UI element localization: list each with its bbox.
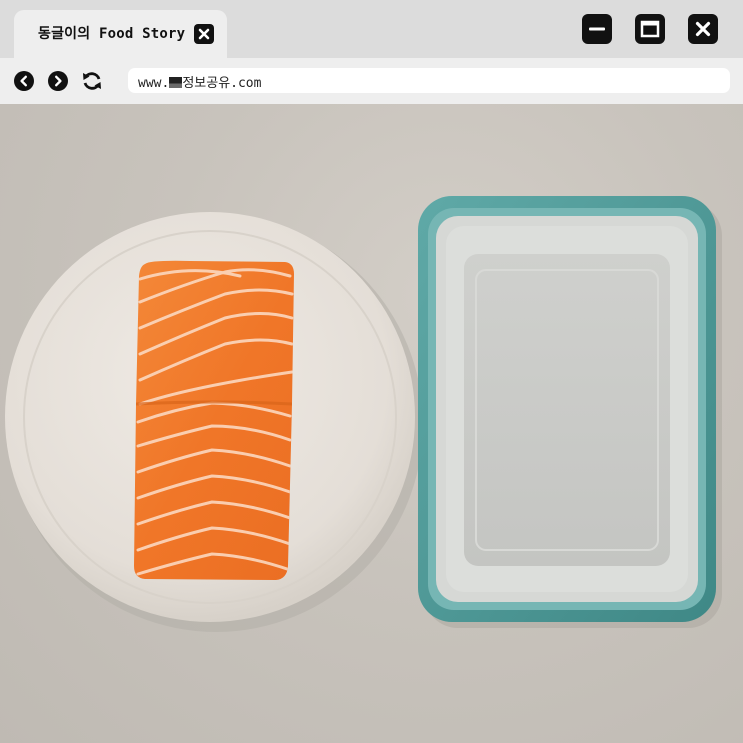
browser-tab[interactable]: 동글이의 Food Story [14,10,227,58]
chevron-right-icon [48,71,68,91]
url-text: www. 정보공유.com [138,72,261,91]
maximize-icon[interactable] [635,14,665,44]
back-button[interactable] [13,70,35,92]
forward-button[interactable] [47,70,69,92]
url-prefix: www. [138,76,170,91]
reload-icon [83,72,101,90]
close-icon[interactable] [688,14,718,44]
reload-button[interactable] [81,70,103,92]
chevron-left-icon [14,71,34,91]
flag-icon [169,77,183,88]
minimize-icon[interactable] [582,14,612,44]
salmon-and-container-image [5,196,722,632]
content-photo [0,104,743,743]
url-domain: 정보공유.com [182,76,262,91]
address-bar[interactable]: www. 정보공유.com [128,68,730,93]
title-bar: 동글이의 Food Story [0,0,743,58]
navigation-bar: www. 정보공유.com [0,58,743,104]
tab-close-icon[interactable] [194,24,214,44]
tab-title: 동글이의 Food Story [38,26,186,42]
